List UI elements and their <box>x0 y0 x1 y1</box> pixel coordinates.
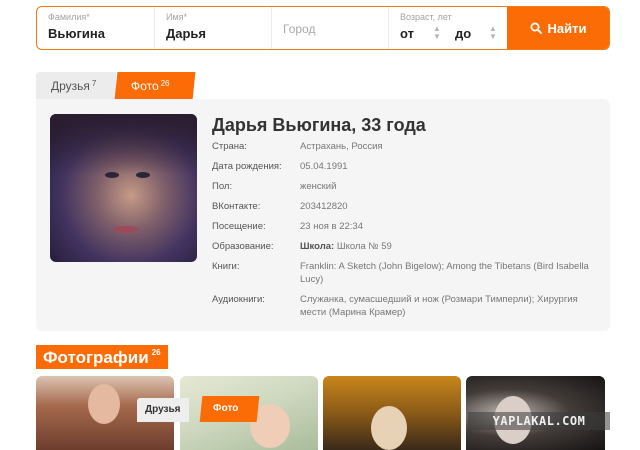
info-key: Посещение: <box>212 221 266 232</box>
first-name-field[interactable]: Имя* Дарья <box>155 7 272 49</box>
last-name-value[interactable]: Вьюгина <box>48 26 105 41</box>
profile-card: Дарья Вьюгина, 33 года Страна: Астрахань… <box>36 99 610 331</box>
info-value: Служанка, сумасшедший и нож (Розмари Тим… <box>300 294 578 318</box>
info-value: Астрахань, Россия <box>300 141 383 152</box>
info-value-bold: Школа: <box>300 241 335 252</box>
photos-count: 26 <box>151 348 161 357</box>
age-from-select[interactable]: от <box>400 26 414 41</box>
last-name-label: Фамилия* <box>48 12 90 22</box>
overlay-tab-photo[interactable]: Фото <box>199 396 260 422</box>
info-value: Franklin: A Sketch (John Bigelow); Among… <box>300 261 589 285</box>
info-value: 23 ноя в 22:34 <box>300 221 363 232</box>
search-bar: Фамилия* Вьюгина Имя* Дарья Город Возрас… <box>36 6 610 50</box>
city-field[interactable]: Город <box>272 7 389 49</box>
info-row-books: Книги: Franklin: A Sketch (John Bigelow)… <box>212 260 602 286</box>
tab-photo[interactable]: Фото26 <box>114 72 196 100</box>
info-key: Дата рождения: <box>212 161 282 172</box>
tab-friends-count: 7 <box>91 79 97 88</box>
info-key: Образование: <box>212 241 274 252</box>
search-button-label: Найти <box>547 20 587 36</box>
info-value: 05.04.1991 <box>300 161 348 172</box>
profile-name: Дарья Вьюгина, 33 года <box>212 115 426 135</box>
info-key: Страна: <box>212 141 247 152</box>
info-value: женский <box>300 181 337 192</box>
info-value: Школа: Школа № 59 <box>300 240 602 253</box>
info-row-gender: Пол: женский <box>212 180 602 193</box>
avatar[interactable] <box>50 114 197 262</box>
info-value: 203412820 <box>300 201 348 212</box>
search-button[interactable]: Найти <box>507 7 609 49</box>
info-key: Книги: <box>212 261 240 272</box>
last-name-field[interactable]: Фамилия* Вьюгина <box>37 7 155 49</box>
info-row-audiobooks: Аудиокниги: Служанка, сумасшедший и нож … <box>212 293 602 319</box>
overlay-tab-friends[interactable]: Друзья <box>137 398 189 422</box>
search-icon <box>530 22 542 34</box>
age-to-select[interactable]: до <box>455 26 471 41</box>
info-key: Пол: <box>212 181 233 192</box>
info-row-visit: Посещение: 23 ноя в 22:34 <box>212 220 602 233</box>
tab-friends[interactable]: Друзья 7 <box>36 72 116 100</box>
first-name-value[interactable]: Дарья <box>166 26 206 41</box>
city-placeholder[interactable]: Город <box>283 22 315 36</box>
info-key: ВКонтакте: <box>212 201 261 212</box>
age-range-field: Возраст, лет от ▲ ▼ до ▲ ▼ <box>389 7 507 49</box>
age-label: Возраст, лет <box>400 12 452 22</box>
info-value-text: Школа № 59 <box>336 241 392 252</box>
info-key: Аудиокниги: <box>212 294 265 305</box>
info-row-education: Образование: Школа: Школа № 59 <box>212 240 602 253</box>
photo-thumbnail[interactable] <box>323 376 461 450</box>
first-name-label: Имя* <box>166 12 188 22</box>
age-to-chevron-icon[interactable]: ▲ ▼ <box>489 25 497 41</box>
tab-friends-label: Друзья <box>51 79 90 93</box>
watermark: YAPLAKAL.COM <box>468 412 610 430</box>
profile-info: Страна: Астрахань, Россия Дата рождения:… <box>212 140 602 326</box>
info-row-vk: ВКонтакте: 203412820 <box>212 200 602 213</box>
info-row-country: Страна: Астрахань, Россия <box>212 140 602 153</box>
photos-heading-label: Фотографии <box>43 348 149 367</box>
info-row-birthdate: Дата рождения: 05.04.1991 <box>212 160 602 173</box>
tab-photo-label: Фото <box>130 79 160 93</box>
overlay-tab-photo-label: Фото <box>213 403 239 414</box>
photos-heading: Фотографии 26 <box>36 345 168 369</box>
age-from-chevron-icon[interactable]: ▲ ▼ <box>433 25 441 41</box>
tab-photo-count: 26 <box>160 79 170 88</box>
